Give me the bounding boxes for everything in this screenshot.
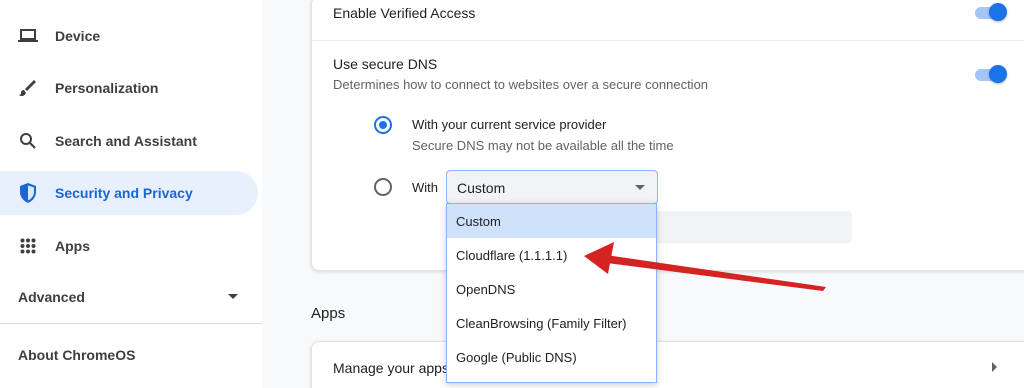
chevron-right-icon (992, 362, 997, 372)
dropdown-option-custom[interactable]: Custom (447, 204, 656, 238)
option-current-provider-sub: Secure DNS may not be available all the … (412, 138, 674, 153)
dropdown-option-label: CleanBrowsing (Family Filter) (456, 316, 627, 331)
laptop-icon (18, 26, 38, 46)
sidebar-item-personalization[interactable]: Personalization (0, 66, 258, 110)
sidebar-item-search-assistant[interactable]: Search and Assistant (0, 119, 258, 163)
dns-provider-select[interactable]: Custom (446, 170, 658, 204)
sidebar-item-security-privacy[interactable]: Security and Privacy (0, 171, 258, 215)
secure-dns-description: Determines how to connect to websites ov… (333, 77, 709, 92)
sidebar-item-label: Search and Assistant (55, 133, 197, 149)
shield-icon (18, 183, 38, 203)
dropdown-option-cleanbrowsing[interactable]: CleanBrowsing (Family Filter) (447, 306, 656, 340)
dropdown-option-google[interactable]: Google (Public DNS) (447, 340, 656, 374)
radio-current-provider[interactable] (374, 116, 392, 134)
option-with-label: With (412, 180, 438, 195)
radio-with-provider[interactable] (374, 178, 392, 196)
grid-icon (18, 236, 38, 256)
verified-access-label: Enable Verified Access (333, 5, 476, 21)
sidebar-item-label: Personalization (55, 80, 159, 96)
option-current-provider-title: With your current service provider (412, 117, 607, 132)
sidebar-item-label: Apps (55, 238, 90, 254)
dns-provider-dropdown: Custom Cloudflare (1.1.1.1) OpenDNS Clea… (446, 203, 657, 383)
select-value: Custom (457, 180, 506, 196)
security-card: Enable Verified Access Use secure DNS De… (311, 0, 1024, 271)
apps-section-title: Apps (311, 305, 346, 322)
advanced-label: Advanced (18, 289, 85, 305)
sidebar: Device Personalization Search and Assist… (0, 0, 262, 388)
dropdown-option-label: Custom (456, 214, 501, 229)
dropdown-option-label: OpenDNS (456, 282, 516, 297)
secure-dns-toggle[interactable] (973, 65, 1007, 83)
sidebar-item-label: Device (55, 28, 101, 44)
dropdown-option-label: Google (Public DNS) (456, 350, 577, 365)
toggle-knob (989, 3, 1007, 21)
sidebar-item-label: Security and Privacy (55, 185, 193, 201)
dropdown-option-label: Cloudflare (1.1.1.1) (456, 248, 568, 263)
sidebar-item-about[interactable]: About ChromeOS (18, 347, 135, 363)
apps-card: Manage your apps (311, 341, 1024, 388)
manage-apps-label: Manage your apps (333, 360, 449, 376)
dropdown-option-cloudflare[interactable]: Cloudflare (1.1.1.1) (447, 238, 656, 272)
verified-access-toggle[interactable] (973, 3, 1007, 21)
brush-icon (18, 78, 38, 98)
manage-apps-row[interactable]: Manage your apps (312, 342, 1024, 388)
sidebar-item-device[interactable]: Device (0, 14, 258, 58)
sidebar-item-apps[interactable]: Apps (0, 224, 258, 268)
toggle-knob (989, 65, 1007, 83)
search-icon (18, 131, 38, 151)
card-divider (312, 40, 1024, 41)
secure-dns-label: Use secure DNS (333, 56, 438, 72)
sidebar-divider (0, 323, 262, 324)
chevron-down-icon (228, 294, 238, 299)
advanced-toggle[interactable]: Advanced (0, 280, 258, 312)
dropdown-option-opendns[interactable]: OpenDNS (447, 272, 656, 306)
chevron-down-icon (635, 185, 645, 190)
